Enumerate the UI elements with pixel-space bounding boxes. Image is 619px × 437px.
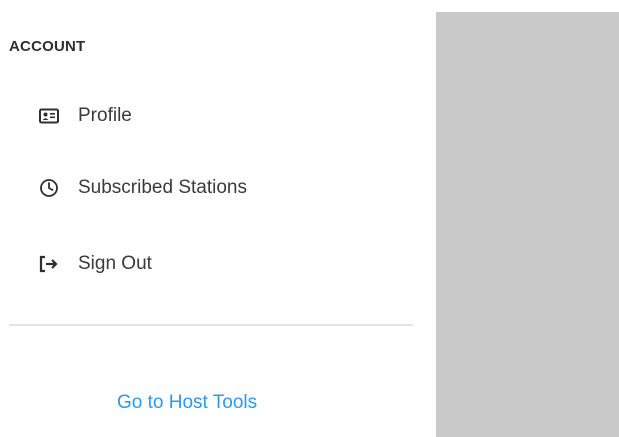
overlay-backdrop[interactable] [436,12,619,437]
app-root: ACCOUNT Profile Subscribed Stations Sign… [0,0,619,437]
clock-icon [38,177,60,199]
go-to-host-tools-link[interactable]: Go to Host Tools [117,392,257,414]
id-card-icon [38,105,60,127]
menu-item-label: Profile [78,105,132,126]
account-menu: ACCOUNT Profile Subscribed Stations Sign… [0,0,436,437]
menu-item-subscribed-stations[interactable]: Subscribed Stations [38,170,418,206]
menu-item-label: Sign Out [78,253,152,274]
menu-divider [9,324,413,326]
menu-item-profile[interactable]: Profile [38,98,418,134]
menu-item-sign-out[interactable]: Sign Out [38,246,418,282]
sign-out-icon [38,253,60,275]
menu-item-label: Subscribed Stations [78,177,247,198]
account-section-heading: ACCOUNT [9,38,86,55]
